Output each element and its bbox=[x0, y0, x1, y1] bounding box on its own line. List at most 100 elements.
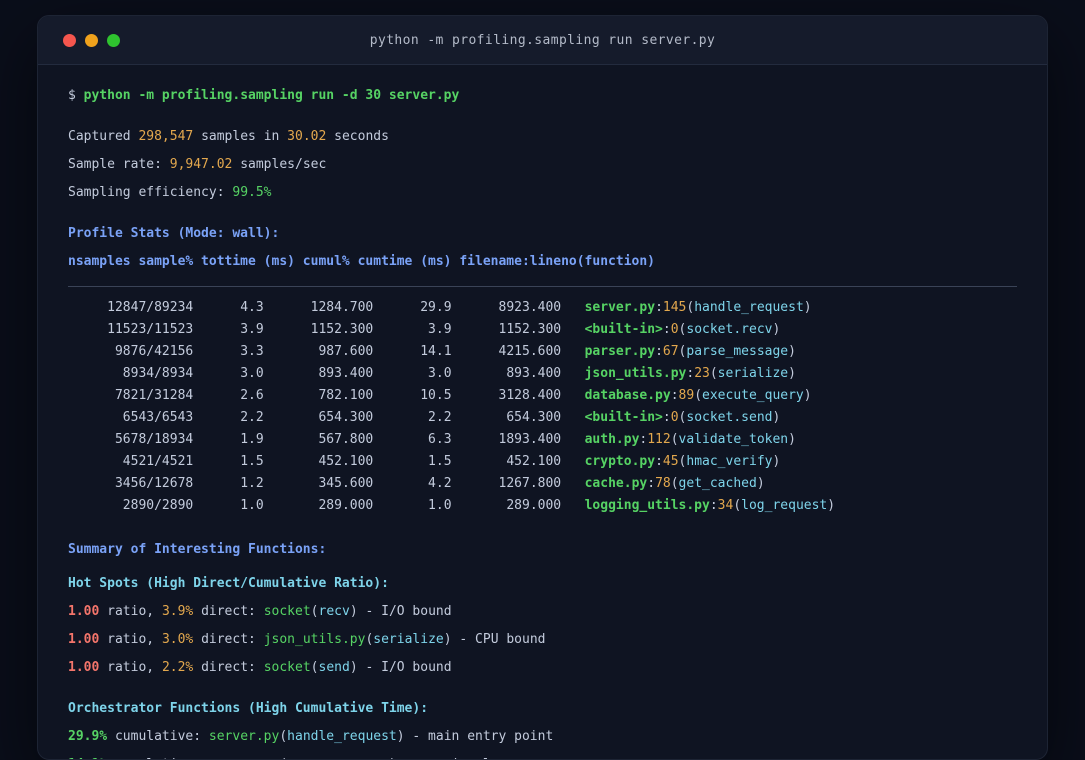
text-segment: 4.2 bbox=[373, 476, 452, 491]
text-segment: ( bbox=[694, 388, 703, 403]
text-segment: ( bbox=[279, 729, 288, 744]
text-segment: crypto.py bbox=[584, 454, 656, 469]
text-segment: - main entry point bbox=[404, 729, 554, 744]
text-segment: ) bbox=[349, 660, 358, 675]
text-segment: parser.py bbox=[584, 344, 656, 359]
text-segment: 67 bbox=[662, 344, 679, 359]
text-segment: 1152.300 bbox=[263, 322, 374, 337]
text-segment: 78 bbox=[655, 476, 671, 491]
text-segment: 1.0 bbox=[193, 498, 264, 513]
text-segment: Orchestrator Functions (High Cumulative … bbox=[68, 701, 429, 716]
text-segment: ) bbox=[788, 366, 796, 381]
maximize-button[interactable] bbox=[107, 33, 120, 47]
text-segment: 99.5% bbox=[232, 185, 272, 200]
text-segment: 1284.700 bbox=[263, 300, 374, 315]
text-segment: 1.00 bbox=[68, 660, 100, 675]
text-segment: logging_utils.py bbox=[584, 498, 710, 513]
minimize-button[interactable] bbox=[85, 33, 98, 47]
text-segment: validate_token bbox=[678, 432, 789, 447]
text-segment: 1152.300 bbox=[451, 322, 562, 337]
terminal-output[interactable]: $ python -m profiling.sampling run -d 30… bbox=[38, 65, 1047, 759]
text-segment: auth.py bbox=[584, 432, 640, 447]
text-segment bbox=[561, 300, 584, 315]
text-segment: 782.100 bbox=[263, 388, 374, 403]
text-segment: ) bbox=[788, 432, 796, 447]
text-segment: <built-in> bbox=[584, 322, 663, 337]
captured-line: Captured 298,547 samples in 30.02 second… bbox=[68, 123, 1017, 151]
text-segment: 14.1 bbox=[373, 344, 452, 359]
text-segment: 654.300 bbox=[263, 410, 374, 425]
text-segment: ) bbox=[756, 476, 765, 491]
text-segment bbox=[561, 366, 584, 381]
text-segment: 1.5 bbox=[193, 454, 264, 469]
text-segment: socket bbox=[263, 604, 311, 619]
text-segment: 4521/4521 bbox=[68, 454, 194, 469]
text-segment: 3.0 bbox=[373, 366, 452, 381]
text-segment: 3.0 bbox=[193, 366, 264, 381]
terminal-titlebar[interactable]: python -m profiling.sampling run server.… bbox=[38, 16, 1047, 65]
text-segment: 30.02 bbox=[287, 129, 327, 144]
text-segment: ) bbox=[803, 300, 812, 315]
text-segment: ) bbox=[443, 632, 452, 647]
text-segment: json_utils.py bbox=[263, 632, 366, 647]
text-segment: 893.400 bbox=[451, 366, 562, 381]
text-segment: ratio, bbox=[99, 604, 162, 619]
text-segment: serialize bbox=[373, 632, 444, 647]
text-segment: : bbox=[686, 366, 695, 381]
text-segment: 567.800 bbox=[263, 432, 374, 447]
text-segment: cache.py bbox=[584, 476, 648, 491]
text-segment: 987.600 bbox=[263, 344, 374, 359]
text-segment: get_cached bbox=[678, 476, 757, 491]
text-segment: ( bbox=[709, 366, 718, 381]
text-segment bbox=[561, 476, 584, 491]
text-segment: : bbox=[709, 498, 718, 513]
text-segment: - CPU bound bbox=[451, 632, 546, 647]
text-segment: : bbox=[647, 476, 656, 491]
profile-table-row: 6543/6543 2.2 654.300 2.2 654.300 <built… bbox=[68, 407, 1017, 429]
text-segment: parse_message bbox=[686, 344, 789, 359]
text-segment: ( bbox=[733, 498, 742, 513]
text-segment: 1893.400 bbox=[451, 432, 562, 447]
profile-table-row: 12847/89234 4.3 1284.700 29.9 8923.400 s… bbox=[68, 297, 1017, 319]
text-segment: ) bbox=[396, 729, 405, 744]
text-segment: direct: bbox=[193, 660, 264, 675]
text-segment: handle_request bbox=[694, 300, 804, 315]
text-segment: ) bbox=[772, 454, 781, 469]
terminal-window: python -m profiling.sampling run server.… bbox=[37, 15, 1048, 760]
text-segment: $ bbox=[68, 88, 84, 103]
close-button[interactable] bbox=[63, 33, 76, 47]
text-segment: ( bbox=[310, 660, 319, 675]
text-segment: 2.2% bbox=[161, 660, 194, 675]
text-segment: 3.3 bbox=[193, 344, 264, 359]
text-segment: samples/sec bbox=[232, 157, 327, 172]
text-segment: nsamples sample% tottime (ms) cumul% cum… bbox=[68, 254, 655, 269]
text-segment: 6543/6543 bbox=[68, 410, 194, 425]
text-segment: 1.2 bbox=[193, 476, 264, 491]
text-segment: 0 bbox=[670, 322, 679, 337]
summary-heading: Summary of Interesting Functions: bbox=[68, 536, 1017, 564]
text-segment: 452.100 bbox=[451, 454, 562, 469]
text-segment: : bbox=[662, 410, 671, 425]
text-segment: 452.100 bbox=[263, 454, 374, 469]
profile-table-row: 9876/42156 3.3 987.600 14.1 4215.600 par… bbox=[68, 341, 1017, 363]
text-segment: Sampling efficiency: bbox=[68, 185, 233, 200]
text-segment: 3.9% bbox=[161, 604, 194, 619]
prompt-line: $ python -m profiling.sampling run -d 30… bbox=[68, 82, 1017, 110]
text-segment bbox=[561, 322, 584, 337]
profile-table-row: 11523/11523 3.9 1152.300 3.9 1152.300 <b… bbox=[68, 319, 1017, 341]
window-title: python -m profiling.sampling run server.… bbox=[369, 32, 716, 48]
text-segment: 3.9 bbox=[373, 322, 452, 337]
text-segment: socket.recv bbox=[686, 322, 773, 337]
text-segment bbox=[561, 410, 584, 425]
text-segment: 2.6 bbox=[193, 388, 264, 403]
text-segment: socket bbox=[263, 660, 311, 675]
text-segment: 3128.400 bbox=[451, 388, 562, 403]
text-segment: - I/O bound bbox=[357, 660, 452, 675]
text-segment: log_request bbox=[741, 498, 828, 513]
text-segment: : bbox=[655, 300, 663, 315]
hot-spots-heading: Hot Spots (High Direct/Cumulative Ratio)… bbox=[68, 570, 1017, 598]
text-segment: : bbox=[670, 388, 679, 403]
text-segment: json_utils.py bbox=[584, 366, 687, 381]
text-segment: 1.5 bbox=[373, 454, 452, 469]
text-segment: ) bbox=[772, 322, 781, 337]
